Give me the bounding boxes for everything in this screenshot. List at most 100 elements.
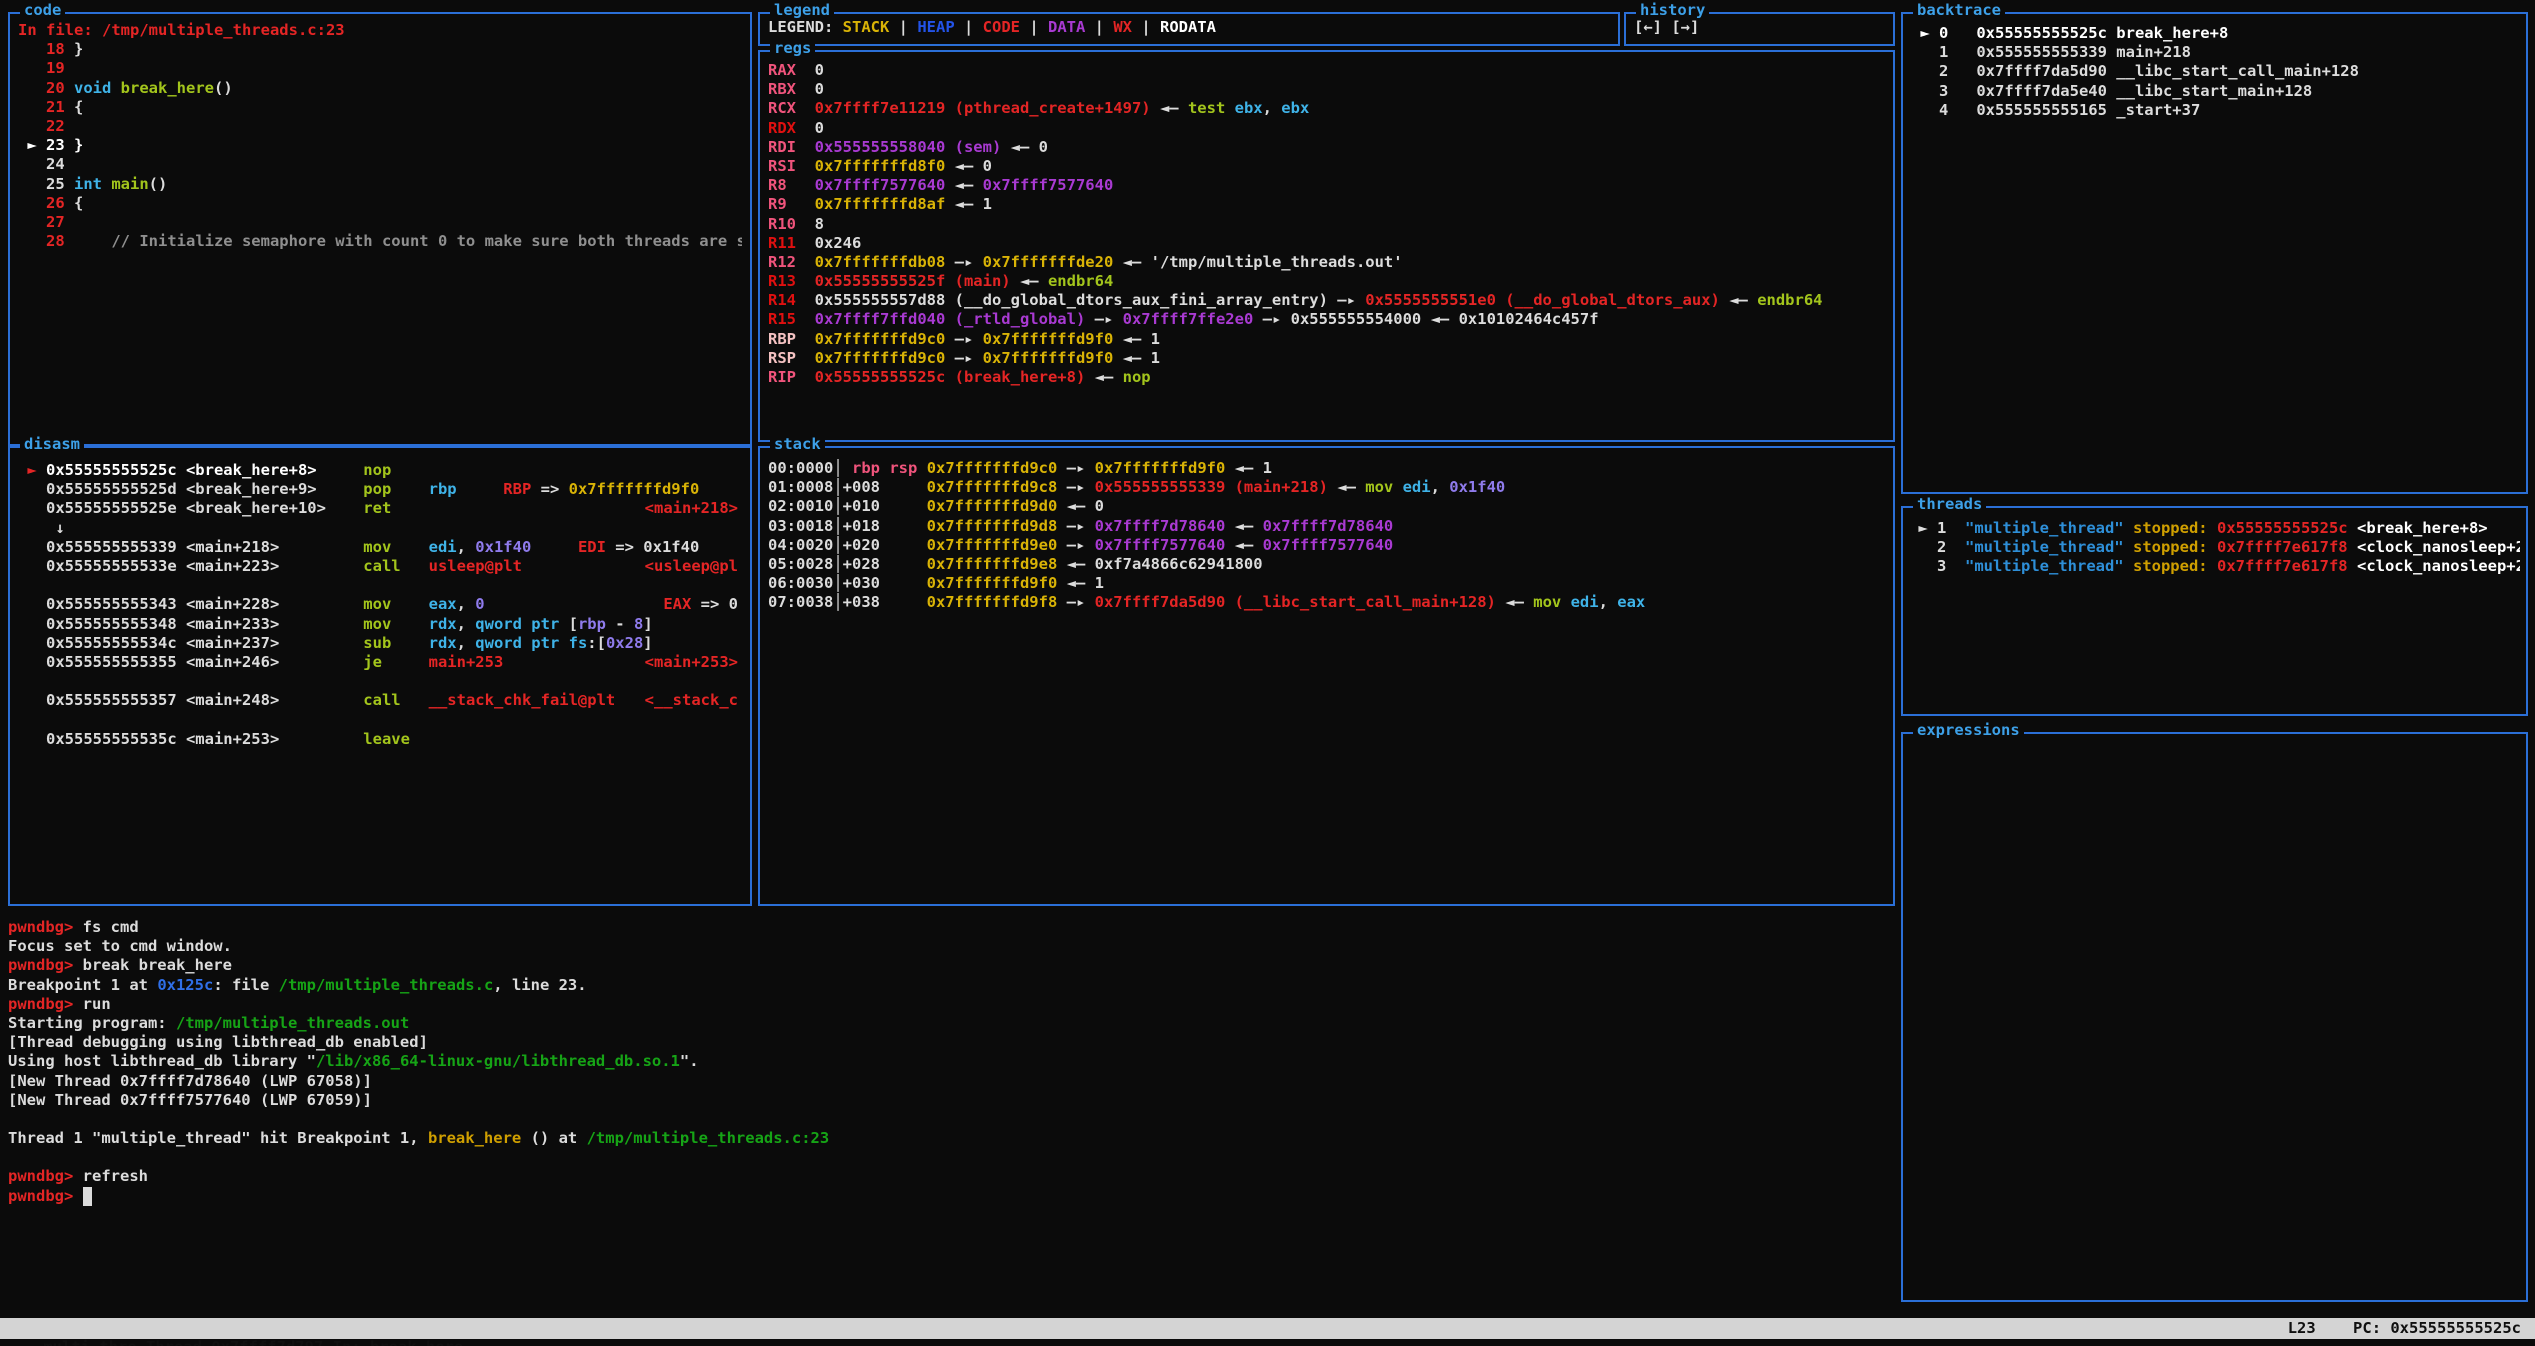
text-segment: —▸ — [1057, 459, 1094, 477]
text-segment — [279, 538, 363, 556]
terminal-line: RIP 0x55555555525c (break_here+8) ◄— nop — [768, 368, 1885, 387]
text-segment: () at — [521, 1129, 586, 1147]
text-segment — [2208, 519, 2217, 537]
terminal-line: LEGEND: STACK | HEAP | CODE | DATA | WX … — [768, 18, 1610, 37]
text-segment — [457, 480, 504, 498]
text-segment: 0x55555555525c <break_here+8> — [46, 461, 317, 479]
text-segment: —▸ — [1057, 478, 1094, 496]
text-segment: ◄— 1 — [1113, 330, 1160, 348]
text-segment: eax — [429, 595, 457, 613]
text-segment: /tmp/multiple_threads.c:23 — [587, 1129, 830, 1147]
text-segment: => — [531, 480, 568, 498]
text-segment — [18, 730, 46, 748]
text-segment: <main+218> — [645, 499, 738, 517]
text-segment: 19 — [18, 59, 65, 77]
status-bar: multi-thre Thread 0x7ffff7d797 In: break… — [0, 1318, 2535, 1339]
text-segment: ] — [643, 615, 652, 633]
text-segment: 0x7fffffffde20 — [983, 253, 1114, 271]
text-segment: 02:0010│+010 — [768, 497, 927, 515]
text-segment — [2124, 557, 2133, 575]
text-segment: 0x7ffff7577640 — [983, 176, 1114, 194]
terminal-line: 27 — [18, 213, 742, 232]
text-segment: nop — [363, 461, 391, 479]
text-segment: ◄— 0xf7a4866c62941800 — [1057, 555, 1262, 573]
text-segment — [1393, 478, 1402, 496]
text-segment: 0x7fffffffd9f0 — [983, 330, 1114, 348]
text-segment — [401, 557, 429, 575]
history-back-button[interactable]: [←] — [1634, 18, 1662, 36]
text-segment: <clock_nanosleep+20 — [2357, 557, 2520, 575]
text-segment: 0x555555555339 (main+218) — [1095, 478, 1328, 496]
console-output[interactable]: pwndbg> fs cmdFocus set to cmd window.pw… — [8, 918, 1888, 1206]
text-segment: 0x7ffff7e617f8 — [2217, 557, 2348, 575]
text-segment: 0x7ffff7e11219 (pthread_create+1497) — [815, 99, 1151, 117]
text-segment: ◄— — [1496, 593, 1533, 611]
code-panel: code In file: /tmp/multiple_threads.c:23… — [8, 12, 752, 446]
terminal-line: 0x55555555535c <main+253> leave — [18, 730, 742, 749]
registers-panel: regs RAX 0RBX 0RCX 0x7ffff7e11219 (pthre… — [758, 50, 1895, 442]
text-segment: main — [111, 175, 148, 193]
text-segment: | — [955, 18, 983, 36]
text-segment: pwndbg> — [8, 956, 83, 974]
text-segment: 0x7fffffffd9c0 — [927, 459, 1058, 477]
terminal-line: In file: /tmp/multiple_threads.c:23 — [18, 21, 742, 40]
right-annotation: <__stack_c — [645, 691, 738, 710]
terminal-line — [18, 710, 742, 729]
text-segment — [317, 480, 364, 498]
text-segment: Focus set to cmd window. — [8, 937, 232, 955]
text-segment: ◄— 0 — [945, 157, 992, 175]
text-segment: R14 — [768, 291, 815, 309]
text-segment: qword ptr — [475, 634, 568, 652]
text-segment — [2348, 538, 2357, 556]
terminal-line: pwndbg> run — [8, 995, 1888, 1014]
text-segment: ] — [643, 634, 652, 652]
text-segment: 0x7fffffffd9e0 — [927, 536, 1058, 554]
text-segment: call — [363, 557, 400, 575]
text-segment: pwndbg> — [8, 1167, 83, 1185]
terminal-line: 0x555555555348 <main+233> mov rdx, qword… — [18, 615, 742, 634]
text-segment — [279, 595, 363, 613]
history-forward-button[interactable]: [→] — [1671, 18, 1699, 36]
text-segment — [1225, 99, 1234, 117]
text-segment: main+253 — [429, 653, 504, 671]
text-segment: 0x55555555525c — [2217, 519, 2348, 537]
text-segment: /tmp/multiple_threads.out — [176, 1014, 409, 1032]
terminal-line: R10 8 — [768, 215, 1885, 234]
text-segment — [382, 653, 429, 671]
terminal-line: 0x555555555355 <main+246> je main+253<ma… — [18, 653, 742, 672]
terminal-line: ► 1 "multiple_thread" stopped: 0x5555555… — [1909, 519, 2520, 538]
text-segment: <usleep@pl — [645, 557, 738, 575]
text-segment: 0x7ffff7da5d90 (__libc_start_call_main+1… — [1095, 593, 1496, 611]
text-segment: —▸ — [1085, 310, 1122, 328]
status-right: L23 PC: 0x55555555525c — [2288, 1319, 2521, 1338]
text-segment: 3 — [1909, 557, 1965, 575]
text-segment: 0x555555555357 <main+248> — [46, 691, 279, 709]
text-segment: 0x7ffff7ffe2e0 — [1123, 310, 1254, 328]
legend-panel: legend LEGEND: STACK | HEAP | CODE | DAT… — [758, 12, 1620, 46]
text-segment: ◄— 1 — [1057, 574, 1104, 592]
terminal-line: R12 0x7fffffffdb08 —▸ 0x7fffffffde20 ◄— … — [768, 253, 1885, 272]
text-segment: pwndbg> — [8, 995, 83, 1013]
text-segment: 0x7fffffffd9c8 — [927, 478, 1058, 496]
text-segment: 0x7ffff7e617f8 — [2217, 538, 2348, 556]
text-segment: run — [83, 995, 111, 1013]
terminal-line: Breakpoint 1 at 0x125c: file /tmp/multip… — [8, 976, 1888, 995]
text-segment: rbp — [578, 615, 606, 633]
text-segment: edi — [429, 538, 457, 556]
terminal-line — [8, 1148, 1888, 1167]
text-segment: 0x7fffffffd9d8 — [927, 517, 1058, 535]
text-segment: ebx — [1281, 99, 1309, 117]
text-segment: —▸ — [945, 253, 982, 271]
text-segment: , — [457, 538, 476, 556]
text-segment: RSP — [768, 349, 815, 367]
text-segment: rbp — [429, 480, 457, 498]
text-segment: 8 — [634, 615, 643, 633]
text-segment: stopped: — [2133, 519, 2208, 537]
terminal-line: 19 — [18, 59, 742, 78]
terminal-line: pwndbg> break break_here — [8, 956, 1888, 975]
text-segment: qword ptr — [475, 615, 568, 633]
text-segment: 3 0x7ffff7da5e40 __libc_start_main+128 — [1911, 82, 2312, 100]
terminal-line: RDI 0x555555558040 (sem) ◄— 0 — [768, 138, 1885, 157]
text-segment: 0x125c — [157, 976, 213, 994]
terminal-line: RBP 0x7fffffffd9c0 —▸ 0x7fffffffd9f0 ◄— … — [768, 330, 1885, 349]
